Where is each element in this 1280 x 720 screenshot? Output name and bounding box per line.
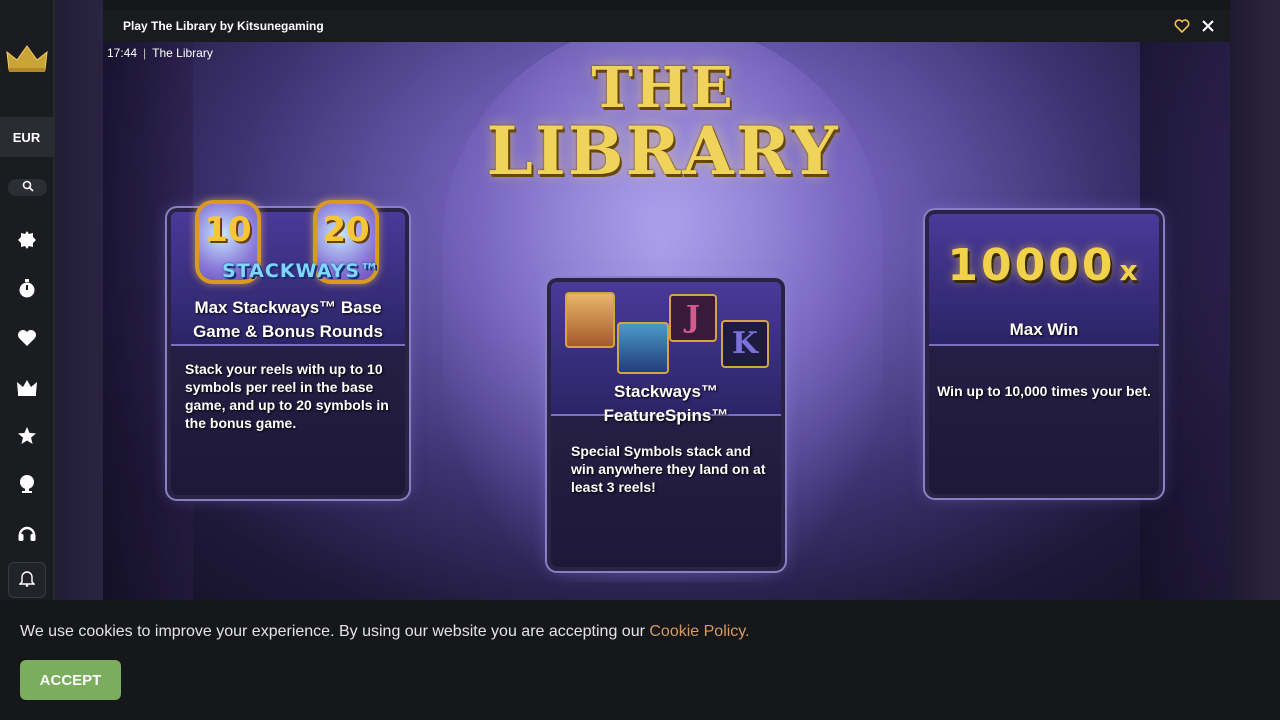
panel-title: Stackways™ FeatureSpins™ [603,382,729,425]
game-window: Play The Library by Kitsunegaming 17:44 |… [103,10,1230,600]
crown-logo-icon[interactable] [6,44,48,74]
game-name-label: The Library [152,46,213,60]
clock-time: 17:44 [107,46,138,60]
game-logo: THE LIBRARY [483,60,843,186]
cookie-policy-link[interactable]: Cookie Policy. [649,623,749,640]
currency-selector[interactable]: EUR [0,117,53,157]
symbol-elf-man [617,322,669,374]
panel-description: Special Symbols stack and win anywhere t… [571,443,766,495]
stackways-logo-text: STACKWAYS™ [222,260,380,282]
new-games-icon[interactable] [15,228,39,252]
background-bookshelf-left [55,0,103,600]
star-icon[interactable] [15,424,39,448]
panel-title: Max Win [1009,320,1079,339]
background-bookshelf-right [1230,0,1280,600]
symbol-k: K [721,320,769,368]
feature-panel-stackways: 10 20 STACKWAYS™ Max Stackways™ Base Gam… [171,200,405,495]
game-canvas[interactable]: 17:44 | The Library THE LIBRARY 10 20 STAC… [103,42,1230,600]
feature-panel-featurespins: J K Stackways™ FeatureSpins™ Special Sym… [551,282,781,567]
cookie-text: We use cookies to improve your experienc… [20,623,645,640]
cookie-banner: We use cookies to improve your experienc… [0,600,1280,720]
symbol-j: J [669,294,717,342]
close-icon[interactable] [1200,18,1216,34]
favorite-heart-icon[interactable] [1174,18,1190,34]
panel-title: Max Stackways™ Base Game & Bonus Rounds [193,298,383,341]
logo-line-2: LIBRARY [486,112,840,190]
bell-icon [18,569,36,592]
trophy-icon[interactable] [15,472,39,496]
headset-icon[interactable] [15,521,39,545]
feature-panel-max-win: 10000 x Max Win Win up to 10,000 times yo… [929,214,1159,494]
max-win-multiplier: 10000 x [947,240,1141,291]
cookie-message: We use cookies to improve your experienc… [20,623,750,641]
panel-description: Stack your reels with up to 10 symbols p… [185,361,389,431]
logo-line-1: THE [591,55,735,121]
sidebar: EUR [0,0,55,600]
timer-icon[interactable] [15,277,39,301]
game-titlebar: Play The Library by Kitsunegaming [103,10,1230,42]
accept-cookies-button[interactable]: ACCEPT [20,660,121,700]
symbol-fox-woman [565,292,615,348]
game-clock: 17:44 | The Library [107,46,213,60]
search-icon [22,179,34,197]
panel-description: Win up to 10,000 times your bet. [937,383,1151,399]
notifications-button[interactable] [8,562,46,598]
game-window-title: Play The Library by Kitsunegaming [123,19,324,33]
crown-icon[interactable] [15,375,39,399]
search-button[interactable] [8,179,47,196]
heart-icon[interactable] [15,326,39,350]
